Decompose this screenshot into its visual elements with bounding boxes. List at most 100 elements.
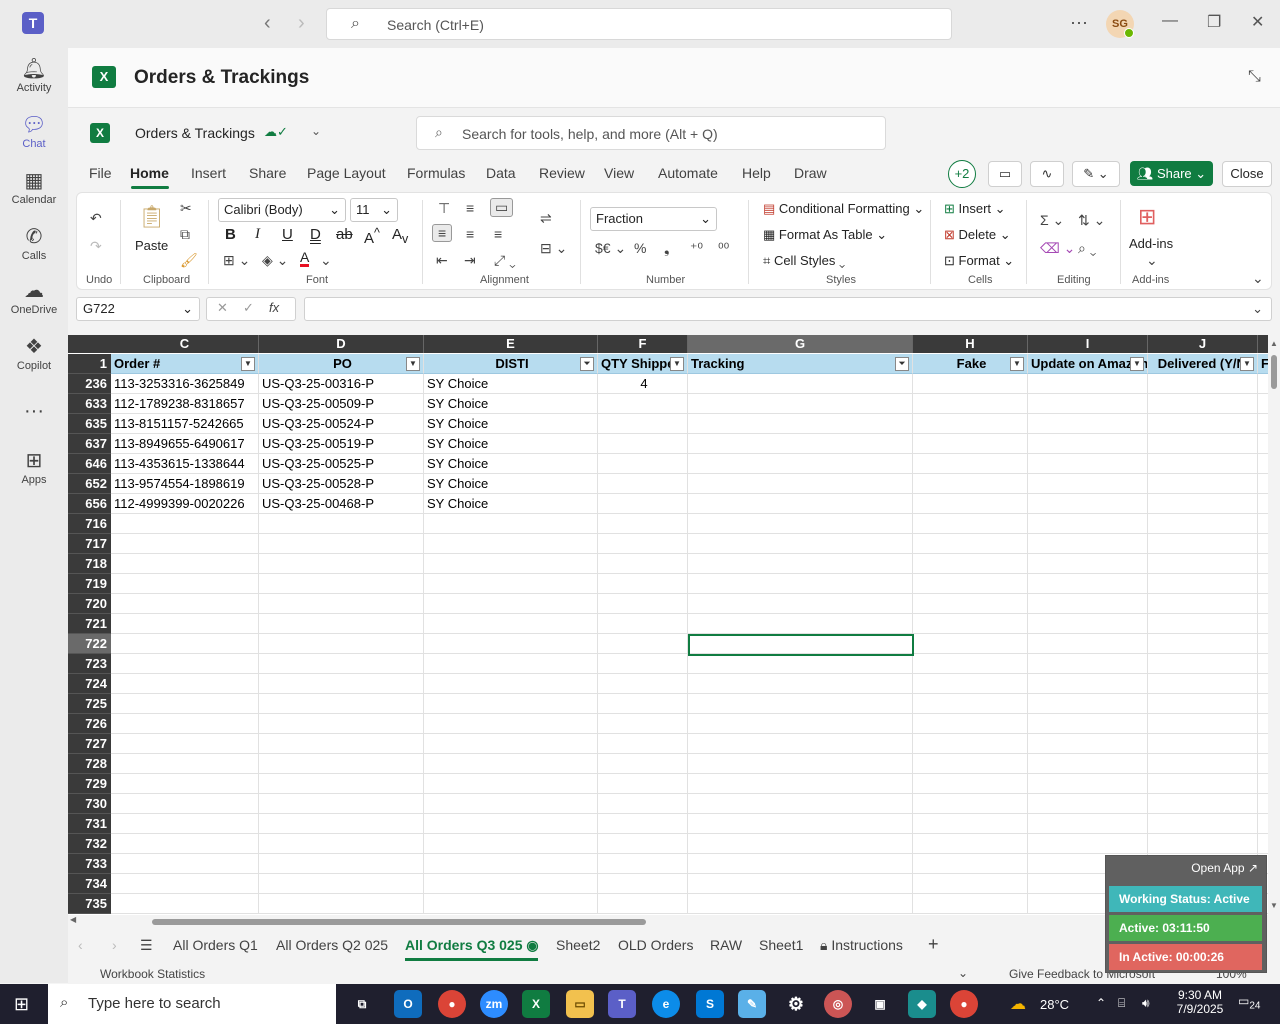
table-cell[interactable] bbox=[598, 534, 688, 554]
table-cell[interactable] bbox=[688, 574, 913, 594]
add-ins-button[interactable]: Add-ins bbox=[1129, 236, 1173, 251]
share-button[interactable]: 👥︎ Share ⌄ bbox=[1130, 161, 1213, 186]
table-cell[interactable] bbox=[1028, 554, 1148, 574]
sheet-tab-all-orders-q3[interactable]: All Orders Q3 025 ◉ bbox=[405, 937, 539, 954]
table-cell[interactable]: 4 bbox=[598, 374, 688, 394]
percent-icon[interactable]: % bbox=[634, 240, 646, 256]
rail-item-calendar[interactable]: ▦ Calendar bbox=[0, 168, 68, 206]
table-cell[interactable]: US-Q3-25-00525-P bbox=[259, 454, 424, 474]
header-cell-tracking[interactable]: Tracking ⏷ bbox=[688, 354, 913, 374]
table-cell[interactable] bbox=[1028, 694, 1148, 714]
column-header-i[interactable]: I bbox=[1028, 335, 1148, 353]
outlook-icon[interactable]: O bbox=[394, 990, 422, 1018]
double-underline-icon[interactable]: D bbox=[310, 226, 321, 243]
table-cell[interactable] bbox=[598, 794, 688, 814]
table-cell[interactable] bbox=[1148, 454, 1258, 474]
table-cell[interactable] bbox=[598, 814, 688, 834]
table-cell[interactable]: 112-1789238-8318657 bbox=[111, 394, 259, 414]
table-cell[interactable] bbox=[259, 554, 424, 574]
fill-color-icon[interactable]: ◈ ⌄ bbox=[262, 252, 288, 269]
sheet-tab-sheet1[interactable]: Sheet1 bbox=[759, 937, 803, 953]
table-cell[interactable]: 113-8949655-6490617 bbox=[111, 434, 259, 454]
table-cell[interactable] bbox=[1148, 514, 1258, 534]
formula-bar-input[interactable]: ⌄ bbox=[304, 297, 1272, 321]
column-header-f[interactable]: F bbox=[598, 335, 688, 353]
column-header-c[interactable]: C bbox=[111, 335, 259, 353]
orientation-icon[interactable]: ⤢ ⌄ bbox=[494, 252, 516, 269]
row-header[interactable]: 734 bbox=[68, 874, 111, 894]
table-cell[interactable] bbox=[1258, 834, 1268, 854]
tab-help[interactable]: Help bbox=[742, 165, 771, 181]
tab-file[interactable]: File bbox=[89, 165, 112, 181]
table-cell[interactable] bbox=[688, 654, 913, 674]
merge-cells-icon[interactable]: ⊟ ⌄ bbox=[540, 240, 567, 257]
minimize-icon[interactable]: — bbox=[1162, 12, 1178, 30]
table-cell[interactable] bbox=[1148, 814, 1258, 834]
table-cell[interactable] bbox=[913, 894, 1028, 914]
chrome-icon[interactable]: ● bbox=[438, 990, 466, 1018]
row-header[interactable]: 718 bbox=[68, 554, 111, 574]
table-cell[interactable] bbox=[688, 794, 913, 814]
table-cell[interactable] bbox=[424, 574, 598, 594]
table-cell[interactable] bbox=[1028, 634, 1148, 654]
table-cell[interactable] bbox=[913, 754, 1028, 774]
strikethrough-icon[interactable]: ab bbox=[336, 226, 353, 243]
chevron-down-icon[interactable]: ⌄ bbox=[1252, 301, 1263, 317]
table-cell[interactable] bbox=[1028, 414, 1148, 434]
chevron-down-icon[interactable]: ⌄ bbox=[958, 966, 968, 980]
file-explorer-icon[interactable]: ▭ bbox=[566, 990, 594, 1018]
table-cell[interactable]: 112-4999399-0020226 bbox=[111, 494, 259, 514]
table-cell[interactable]: SY Choice bbox=[424, 434, 598, 454]
table-cell[interactable] bbox=[598, 414, 688, 434]
table-cell[interactable] bbox=[111, 634, 259, 654]
table-cell[interactable] bbox=[1258, 554, 1268, 574]
table-cell[interactable] bbox=[913, 694, 1028, 714]
superscript-icon[interactable]: A^ bbox=[364, 226, 380, 247]
row-header[interactable]: 635 bbox=[68, 414, 111, 434]
table-cell[interactable]: US-Q3-25-00528-P bbox=[259, 474, 424, 494]
table-cell[interactable] bbox=[1148, 414, 1258, 434]
format-painter-icon[interactable]: 🖌︎ bbox=[180, 252, 198, 269]
row-header[interactable]: 1 bbox=[68, 354, 111, 374]
font-name-select[interactable]: Calibri (Body) ⌄ bbox=[218, 198, 346, 222]
row-header[interactable]: 719 bbox=[68, 574, 111, 594]
increase-decimal-icon[interactable]: ⁺⁰ bbox=[690, 240, 703, 257]
filter-dropdown-icon[interactable]: ▼ bbox=[1010, 357, 1024, 371]
table-cell[interactable] bbox=[688, 534, 913, 554]
table-cell[interactable] bbox=[598, 694, 688, 714]
table-cell[interactable] bbox=[688, 834, 913, 854]
table-cell[interactable] bbox=[598, 754, 688, 774]
table-cell[interactable] bbox=[111, 774, 259, 794]
table-cell[interactable] bbox=[259, 854, 424, 874]
table-cell[interactable]: 113-3253316-3625849 bbox=[111, 374, 259, 394]
rail-item-copilot[interactable]: ❖ Copilot bbox=[0, 334, 68, 372]
weather-icon[interactable]: ☁ bbox=[1010, 994, 1026, 1014]
row-header[interactable]: 633 bbox=[68, 394, 111, 414]
table-cell[interactable] bbox=[688, 594, 913, 614]
table-cell[interactable] bbox=[259, 574, 424, 594]
table-cell[interactable] bbox=[1028, 794, 1148, 814]
table-cell[interactable]: 113-9574554-1898619 bbox=[111, 474, 259, 494]
tab-formulas[interactable]: Formulas bbox=[407, 165, 465, 181]
workbook-statistics[interactable]: Workbook Statistics bbox=[100, 967, 205, 981]
table-cell[interactable]: US-Q3-25-00509-P bbox=[259, 394, 424, 414]
taskbar-clock[interactable]: 9:30 AM 7/9/2025 bbox=[1172, 988, 1228, 1016]
table-cell[interactable] bbox=[259, 834, 424, 854]
cut-icon[interactable]: ✂ bbox=[180, 200, 192, 217]
tab-view[interactable]: View bbox=[604, 165, 634, 181]
table-cell[interactable] bbox=[424, 894, 598, 914]
filter-dropdown-icon[interactable]: ▼ bbox=[670, 357, 684, 371]
align-right-icon[interactable]: ≡ bbox=[494, 226, 502, 242]
row-header[interactable]: 646 bbox=[68, 454, 111, 474]
table-cell[interactable] bbox=[688, 894, 913, 914]
paste-button[interactable]: Paste bbox=[135, 238, 168, 253]
name-box[interactable]: G722 ⌄ bbox=[76, 297, 200, 321]
table-cell[interactable] bbox=[688, 734, 913, 754]
table-cell[interactable] bbox=[1028, 734, 1148, 754]
table-cell[interactable] bbox=[1258, 454, 1268, 474]
table-cell[interactable] bbox=[1258, 714, 1268, 734]
italic-icon[interactable]: I bbox=[255, 226, 260, 243]
header-cell-k[interactable]: F bbox=[1258, 354, 1268, 374]
wrap-text-icon[interactable]: ⇌ bbox=[540, 210, 552, 227]
row-header[interactable]: 236 bbox=[68, 374, 111, 394]
